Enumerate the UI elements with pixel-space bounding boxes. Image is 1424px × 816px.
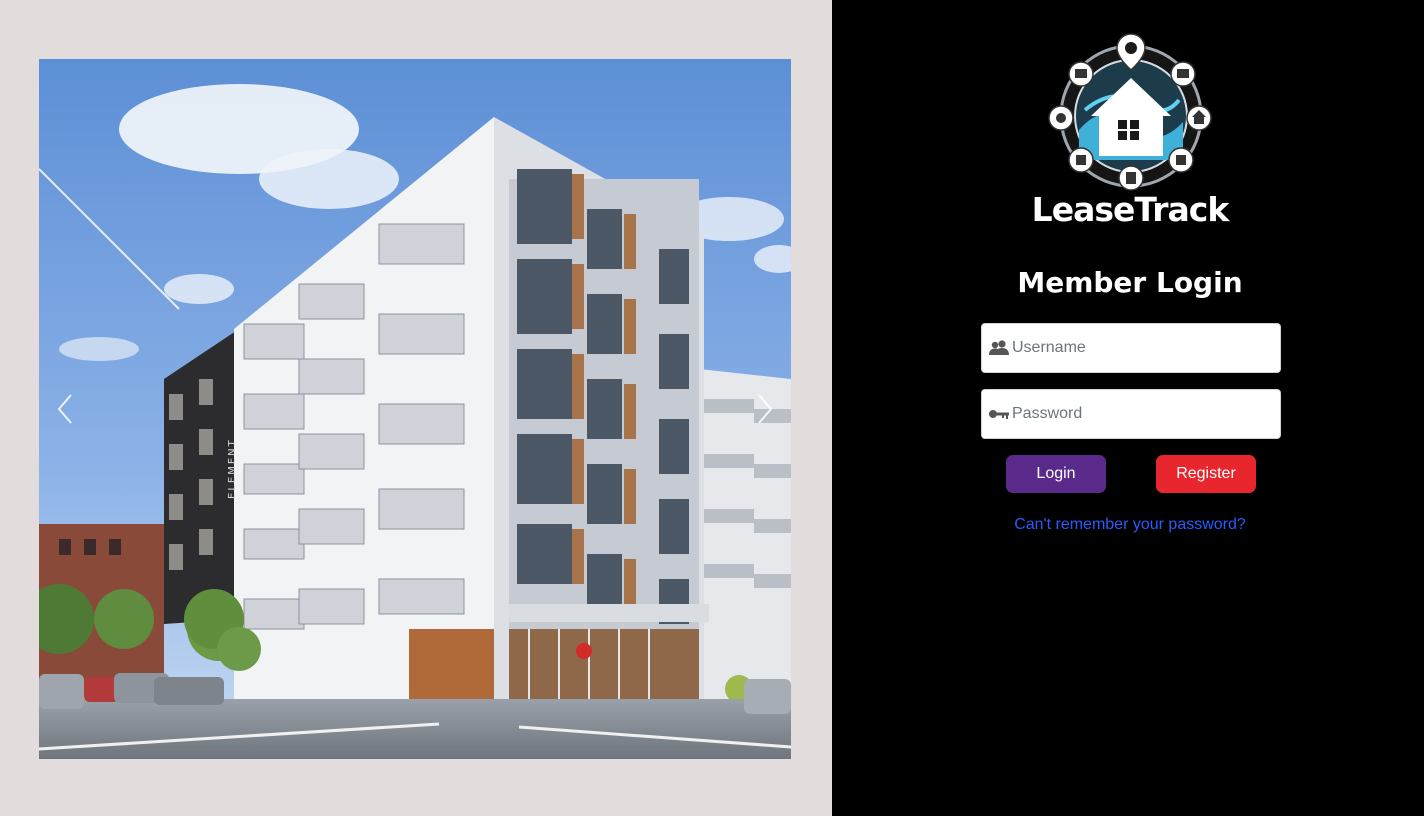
forgot-password-link[interactable]: Can't remember your password? — [832, 516, 1424, 534]
building-image: ELEMENT — [39, 59, 791, 759]
password-input[interactable] — [1012, 390, 1280, 438]
password-field[interactable] — [981, 389, 1281, 439]
carousel-panel: ELEMENT — [0, 0, 832, 816]
key-icon — [982, 390, 1012, 438]
building-carousel: ELEMENT — [39, 59, 791, 759]
users-icon — [982, 324, 1012, 372]
carousel-next-button[interactable] — [745, 379, 785, 439]
chevron-left-icon — [57, 394, 72, 424]
username-input[interactable] — [1012, 324, 1280, 372]
carousel-prev-button[interactable] — [45, 379, 85, 439]
chevron-right-icon — [758, 394, 773, 424]
login-button[interactable]: Login — [1006, 455, 1106, 493]
login-panel: LeaseTrack Member Login Login Register C… — [832, 0, 1424, 816]
house-network-logo — [1048, 33, 1212, 191]
username-field[interactable] — [981, 323, 1281, 373]
svg-text:ELEMENT: ELEMENT — [227, 438, 238, 499]
page-title: Member Login — [1017, 266, 1243, 299]
brand-name: LeaseTrack — [1031, 190, 1230, 229]
register-button[interactable]: Register — [1156, 455, 1256, 493]
